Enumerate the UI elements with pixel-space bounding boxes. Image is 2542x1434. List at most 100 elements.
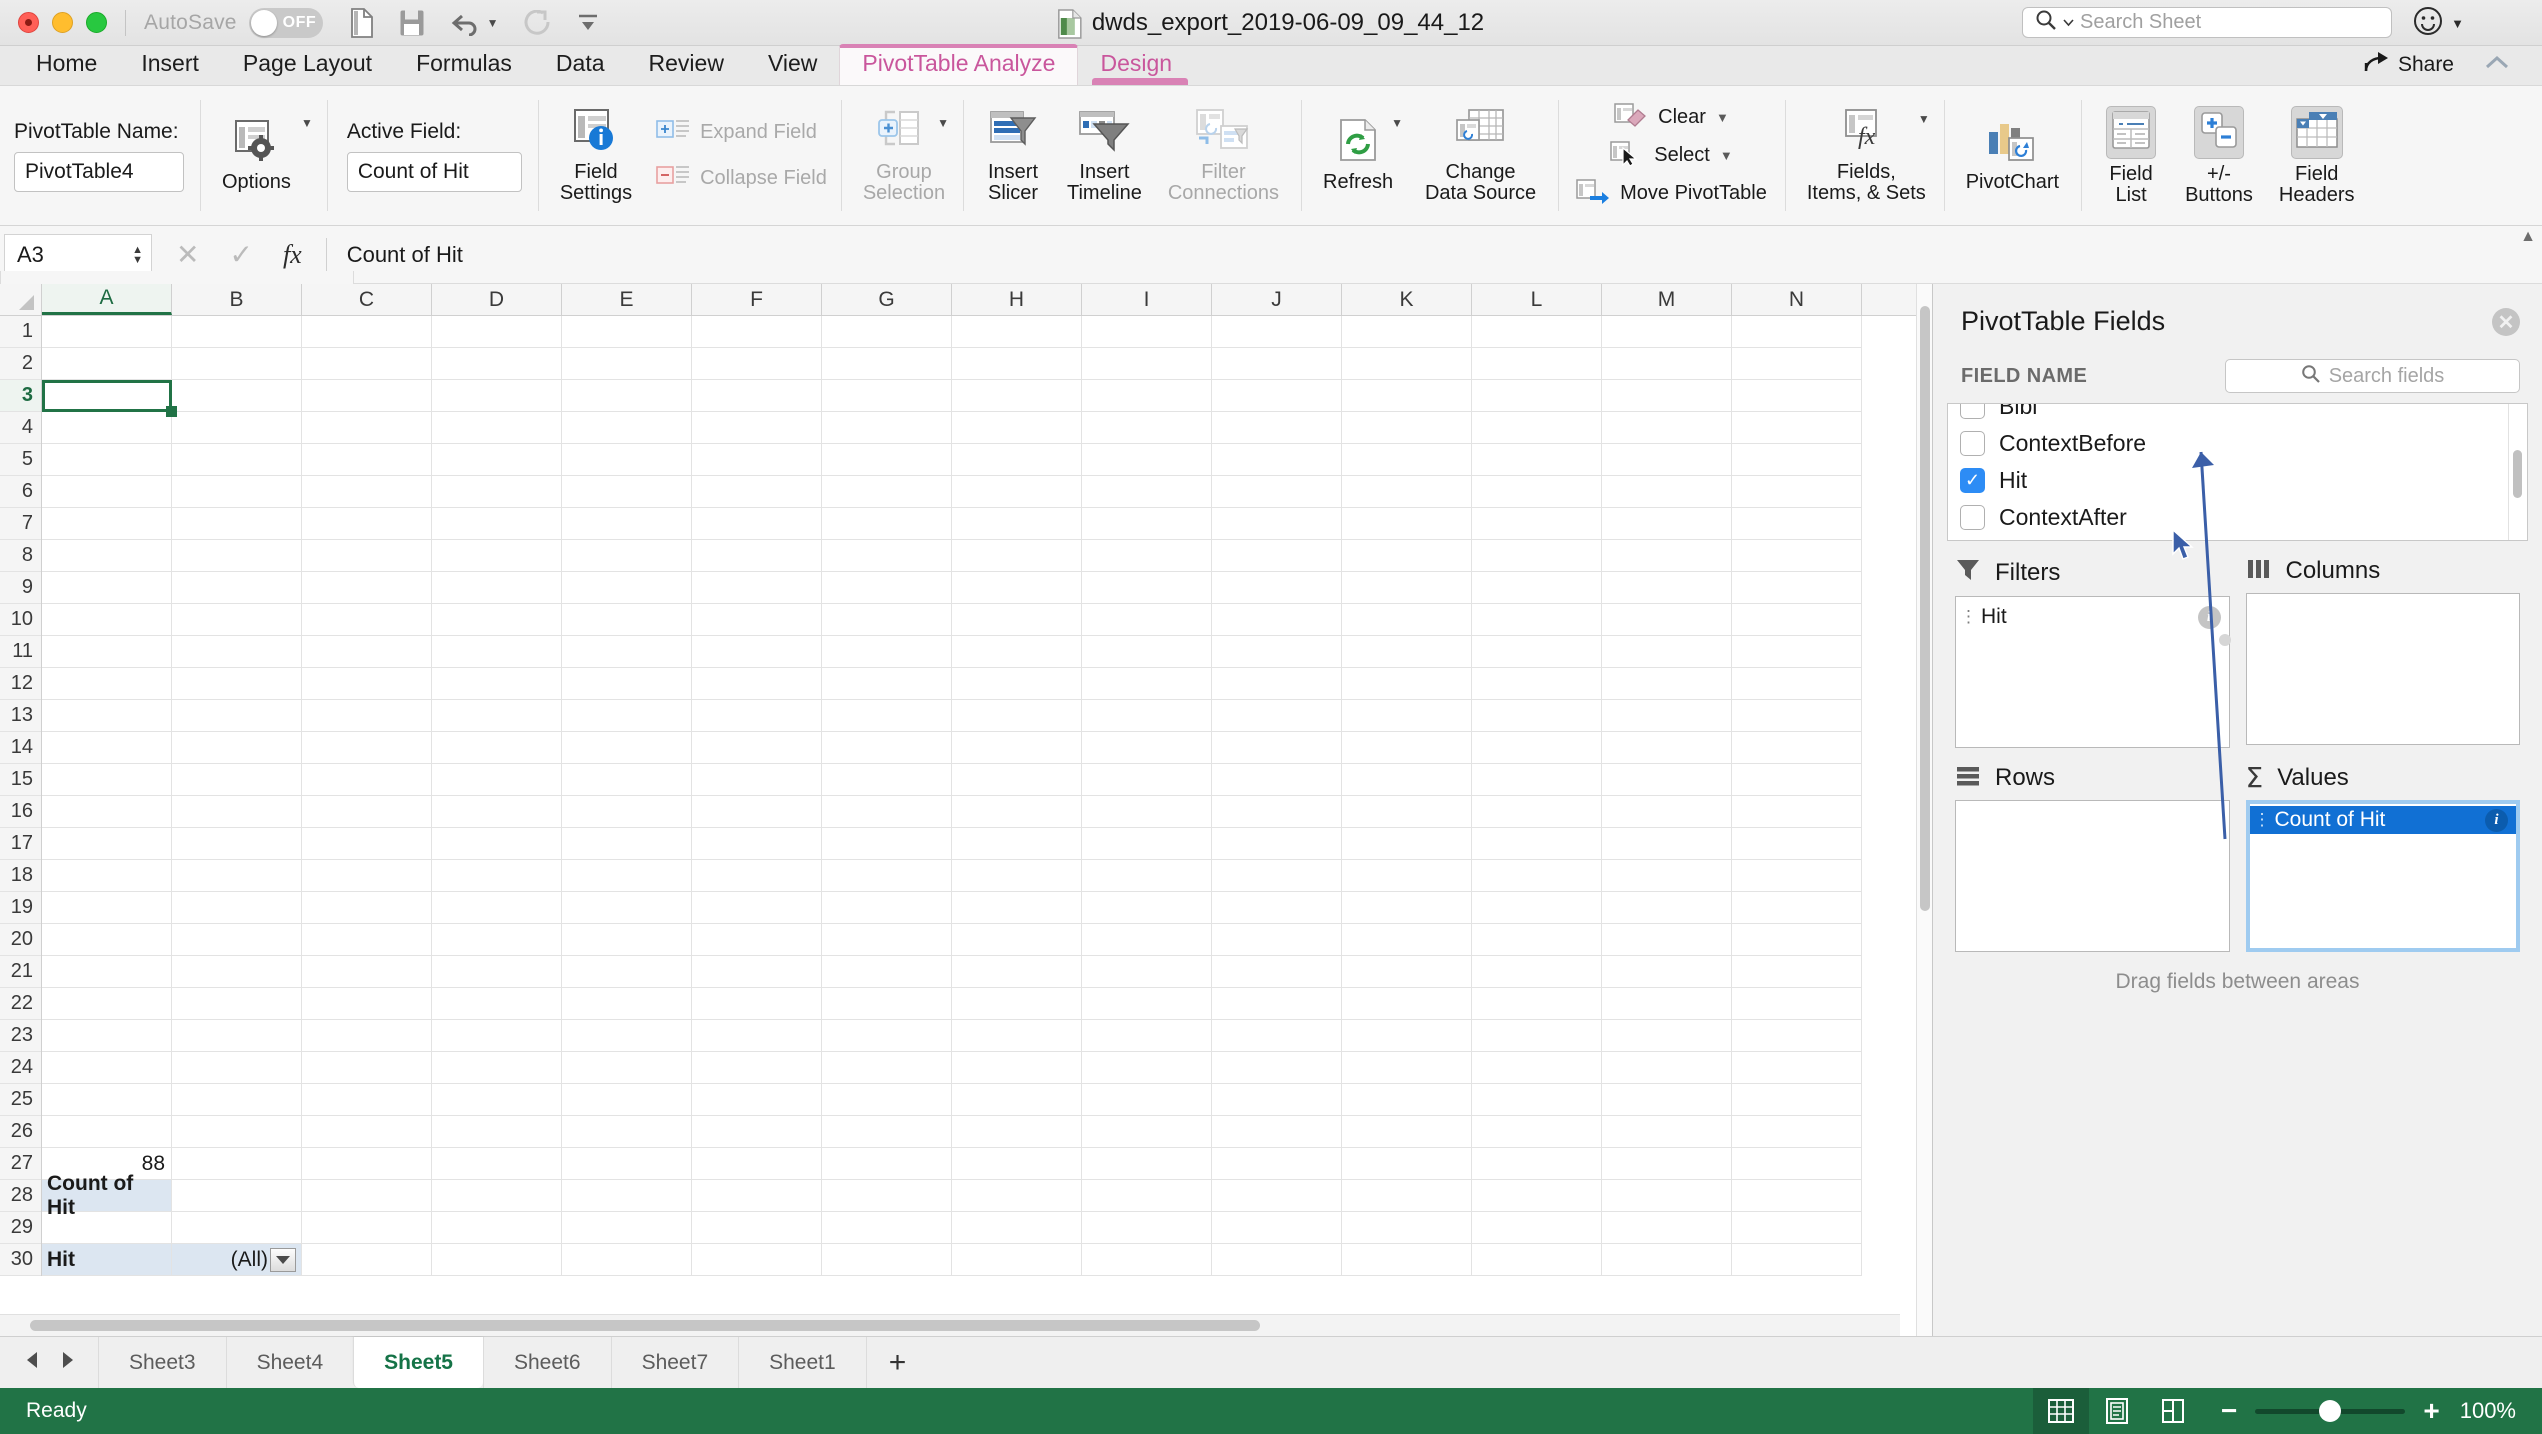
autosave-toggle[interactable]: OFF xyxy=(248,7,323,38)
cell-a3[interactable]: Count of Hit xyxy=(42,1172,172,1219)
cell-k6[interactable] xyxy=(1342,1084,1472,1116)
cell-h24[interactable] xyxy=(952,508,1082,540)
cell-d13[interactable] xyxy=(432,860,562,892)
zoom-control[interactable]: − + xyxy=(2201,1397,2460,1425)
zoom-out-icon[interactable]: − xyxy=(2221,1397,2237,1425)
cell-c10[interactable] xyxy=(302,956,432,988)
cell-b25[interactable] xyxy=(172,476,302,508)
cell-m3[interactable] xyxy=(1602,1180,1732,1212)
plus-minus-buttons-button[interactable]: +/- Buttons xyxy=(2177,102,2261,210)
cell-n23[interactable] xyxy=(1732,540,1862,572)
cell-h12[interactable] xyxy=(952,892,1082,924)
cell-e12[interactable] xyxy=(562,892,692,924)
cell-f11[interactable] xyxy=(692,924,822,956)
cell-f20[interactable] xyxy=(692,636,822,668)
cell-l12[interactable] xyxy=(1472,892,1602,924)
cell-c8[interactable] xyxy=(302,1020,432,1052)
cell-e11[interactable] xyxy=(562,924,692,956)
quick-access-toolbar[interactable]: ▼ xyxy=(349,7,601,38)
cell-f3[interactable] xyxy=(692,1180,822,1212)
cell-m8[interactable] xyxy=(1602,1020,1732,1052)
cell-k14[interactable] xyxy=(1342,828,1472,860)
cell-g25[interactable] xyxy=(822,476,952,508)
cell-b23[interactable] xyxy=(172,540,302,572)
cell-e5[interactable] xyxy=(562,1116,692,1148)
cell-j16[interactable] xyxy=(1212,764,1342,796)
cell-h15[interactable] xyxy=(952,796,1082,828)
cell-a19[interactable] xyxy=(42,668,172,700)
cell-e25[interactable] xyxy=(562,476,692,508)
cell-d4[interactable] xyxy=(432,1148,562,1180)
collapse-field-button[interactable]: Collapse Field xyxy=(656,158,827,200)
cell-f19[interactable] xyxy=(692,668,822,700)
cell-e30[interactable] xyxy=(562,316,692,348)
cell-f26[interactable] xyxy=(692,444,822,476)
cell-j8[interactable] xyxy=(1212,1020,1342,1052)
insert-slicer-button[interactable]: Insert Slicer xyxy=(977,104,1049,208)
cell-h5[interactable] xyxy=(952,1116,1082,1148)
cell-k23[interactable] xyxy=(1342,540,1472,572)
row-header-26[interactable]: 26 xyxy=(0,1116,41,1148)
cell-m23[interactable] xyxy=(1602,540,1732,572)
cell-f25[interactable] xyxy=(692,476,822,508)
cell-i10[interactable] xyxy=(1082,956,1212,988)
cell-h13[interactable] xyxy=(952,860,1082,892)
cell-i1[interactable] xyxy=(1082,1244,1212,1276)
share-button[interactable]: Share xyxy=(2364,51,2454,79)
cell-g9[interactable] xyxy=(822,988,952,1020)
row-header-8[interactable]: 8 xyxy=(0,540,41,572)
cell-f29[interactable] xyxy=(692,348,822,380)
add-sheet-button[interactable]: + xyxy=(865,1337,929,1388)
cell-m13[interactable] xyxy=(1602,860,1732,892)
cell-b7[interactable] xyxy=(172,1052,302,1084)
cell-b10[interactable] xyxy=(172,956,302,988)
cell-i19[interactable] xyxy=(1082,668,1212,700)
cell-k11[interactable] xyxy=(1342,924,1472,956)
cell-a11[interactable] xyxy=(42,924,172,956)
cell-l24[interactable] xyxy=(1472,508,1602,540)
column-header-l[interactable]: L xyxy=(1472,284,1602,315)
cell-n11[interactable] xyxy=(1732,924,1862,956)
cell-c24[interactable] xyxy=(302,508,432,540)
cell-c16[interactable] xyxy=(302,764,432,796)
cell-k15[interactable] xyxy=(1342,796,1472,828)
cell-b15[interactable] xyxy=(172,796,302,828)
cell-n19[interactable] xyxy=(1732,668,1862,700)
cell-l16[interactable] xyxy=(1472,764,1602,796)
cell-area[interactable]: 88 Count of Hit Hit (All) xyxy=(42,316,1916,1276)
cell-g26[interactable] xyxy=(822,444,952,476)
cell-n30[interactable] xyxy=(1732,316,1862,348)
cell-a1[interactable]: Hit xyxy=(42,1244,172,1276)
row-header-23[interactable]: 23 xyxy=(0,1020,41,1052)
clear-button[interactable]: Clear ▼ xyxy=(1614,99,1729,137)
cell-k4[interactable] xyxy=(1342,1148,1472,1180)
cell-n28[interactable] xyxy=(1732,380,1862,412)
cell-c17[interactable] xyxy=(302,732,432,764)
field-headers-button[interactable]: Field Headers xyxy=(2271,102,2363,210)
cell-c27[interactable] xyxy=(302,412,432,444)
cell-l14[interactable] xyxy=(1472,828,1602,860)
cell-k29[interactable] xyxy=(1342,348,1472,380)
cell-h25[interactable] xyxy=(952,476,1082,508)
cell-l23[interactable] xyxy=(1472,540,1602,572)
cell-g29[interactable] xyxy=(822,348,952,380)
cancel-entry-icon[interactable]: ✕ xyxy=(176,238,199,271)
cell-l21[interactable] xyxy=(1472,604,1602,636)
cell-h29[interactable] xyxy=(952,348,1082,380)
cell-a9[interactable] xyxy=(42,988,172,1020)
horizontal-scrollbar[interactable] xyxy=(0,1314,1900,1336)
cell-i18[interactable] xyxy=(1082,700,1212,732)
cell-f18[interactable] xyxy=(692,700,822,732)
info-icon[interactable]: i xyxy=(2485,808,2508,832)
clear-caret-icon[interactable]: ▼ xyxy=(1716,110,1729,125)
cell-j24[interactable] xyxy=(1212,508,1342,540)
cell-i27[interactable] xyxy=(1082,412,1212,444)
cell-i20[interactable] xyxy=(1082,636,1212,668)
scroll-up-icon[interactable]: ▲ xyxy=(2520,228,2536,246)
cell-m9[interactable] xyxy=(1602,988,1732,1020)
cell-i4[interactable] xyxy=(1082,1148,1212,1180)
cell-k12[interactable] xyxy=(1342,892,1472,924)
cell-c29[interactable] xyxy=(302,348,432,380)
sheet-tab-sheet3[interactable]: Sheet3 xyxy=(98,1337,226,1388)
tab-formulas[interactable]: Formulas xyxy=(394,46,534,85)
